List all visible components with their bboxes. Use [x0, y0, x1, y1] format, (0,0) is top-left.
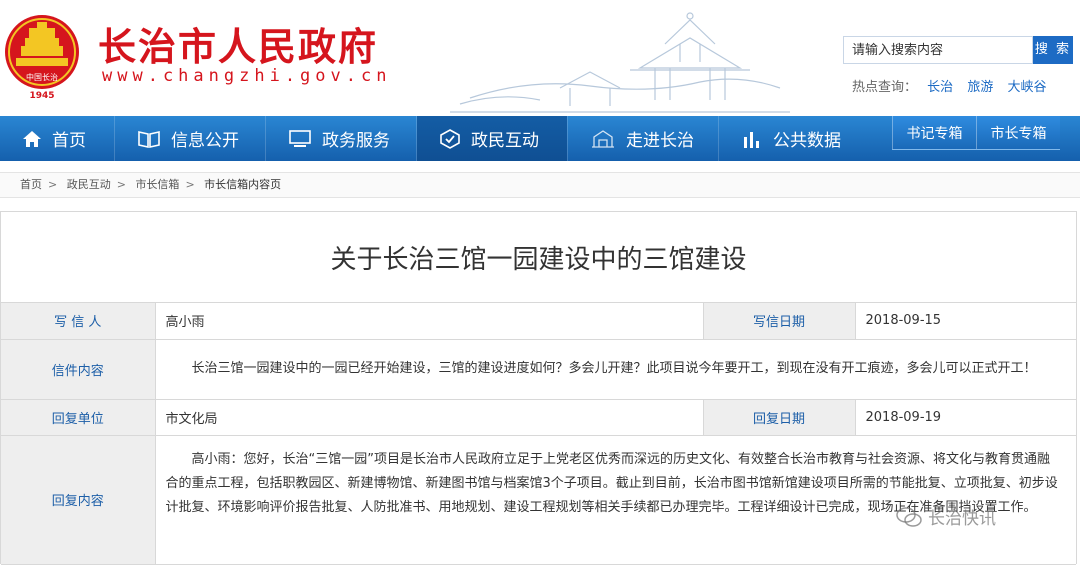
nav-item-services[interactable]: 政务服务	[266, 116, 416, 161]
table-row: 信件内容 长治三馆一园建设中的一园已经开始建设，三馆的建设进度如何？多会儿开建？…	[1, 338, 1076, 400]
nav-label-about: 走进长治	[626, 131, 694, 151]
city-emblem-icon[interactable]: 中国长治 1945	[3, 8, 81, 100]
nav-label-data: 公共数据	[773, 131, 841, 151]
reply-unit-label: 回复单位	[1, 398, 156, 436]
pavilion-illustration	[450, 12, 790, 113]
watermark-text: 长治快讯	[928, 509, 996, 529]
site-header: 中国长治 1945 长治市人民政府 www.changzhi.gov.cn 搜 …	[0, 0, 1080, 116]
site-url[interactable]: www.changzhi.gov.cn	[102, 66, 391, 86]
letter-content: 长治三馆一园建设中的一园已经开始建设，三馆的建设进度如何？多会儿开建？此项目说今…	[154, 338, 1076, 400]
wechat-icon	[896, 506, 922, 528]
nav-label-services: 政务服务	[322, 131, 390, 151]
home-icon	[22, 130, 42, 148]
nav-item-home[interactable]: 首页	[0, 116, 114, 161]
reply-label: 回复内容	[1, 434, 156, 565]
monitor-icon	[288, 129, 312, 148]
breadcrumb-home[interactable]: 首页	[20, 178, 42, 191]
reply-unit-value: 市文化局	[154, 398, 704, 436]
nav-item-info[interactable]: 信息公开	[115, 116, 265, 161]
interaction-icon	[439, 128, 461, 149]
book-icon	[137, 130, 161, 148]
reply-date-value: 2018-09-19	[854, 398, 1076, 436]
nav-label-info: 信息公开	[171, 131, 239, 151]
writer-value: 高小雨	[154, 303, 704, 340]
main-nav: 首页 信息公开 政务服务 政民互动 走进长治 公共数据 书记专箱 市长专箱	[0, 116, 1080, 161]
tab-secretary-mailbox[interactable]: 书记专箱	[892, 116, 976, 150]
svg-text:中国长治: 中国长治	[26, 72, 58, 82]
breadcrumb-mailbox[interactable]: 市长信箱	[135, 178, 179, 191]
hot-link-changzhi[interactable]: 长治	[927, 80, 953, 95]
table-row: 回复内容 高小雨：您好，长治“三馆一园”项目是长治市人民政府立足于上党老区优秀而…	[1, 434, 1076, 565]
nav-item-interaction[interactable]: 政民互动	[417, 116, 567, 161]
nav-label-interaction: 政民互动	[471, 131, 539, 151]
write-date-value: 2018-09-15	[854, 303, 1076, 340]
nav-label-home: 首页	[52, 131, 86, 151]
hot-search: 热点查询： 长治 旅游 大峡谷	[852, 76, 1056, 95]
breadcrumb-current: 市长信箱内容页	[204, 178, 282, 191]
write-date-label: 写信日期	[702, 303, 856, 340]
table-row: 写 信 人 高小雨 写信日期 2018-09-15	[1, 303, 1076, 340]
breadcrumb-separator: >	[185, 178, 195, 191]
svg-text:1945: 1945	[29, 91, 54, 100]
site-title[interactable]: 长治市人民政府	[98, 16, 378, 71]
breadcrumb-separator: >	[116, 178, 126, 191]
tab-mayor-mailbox[interactable]: 市长专箱	[976, 116, 1060, 150]
hot-link-tourism[interactable]: 旅游	[967, 80, 993, 95]
hot-search-label: 热点查询：	[852, 80, 918, 95]
breadcrumb-separator: >	[48, 178, 58, 191]
table-row: 回复单位 市文化局 回复日期 2018-09-19	[1, 398, 1076, 436]
watermark: 长治快讯	[896, 504, 996, 529]
nav-item-data[interactable]: 公共数据	[719, 116, 869, 161]
breadcrumb: 首页 > 政民互动 > 市长信箱 > 市长信箱内容页	[0, 172, 1080, 198]
reply-content: 高小雨：您好，长治“三馆一园”项目是长治市人民政府立足于上党老区优秀而深远的历史…	[154, 434, 1076, 565]
search-input[interactable]	[843, 36, 1033, 64]
search-button[interactable]: 搜 索	[1033, 36, 1073, 64]
writer-label: 写 信 人	[1, 303, 156, 340]
nav-item-about[interactable]: 走进长治	[568, 116, 718, 161]
hot-link-canyon[interactable]: 大峡谷	[1007, 80, 1046, 95]
special-mailbox-tabs: 书记专箱 市长专箱	[892, 116, 1060, 161]
building-icon	[590, 129, 616, 149]
content-label: 信件内容	[1, 338, 156, 400]
breadcrumb-interaction[interactable]: 政民互动	[67, 178, 111, 191]
bar-chart-icon	[741, 129, 763, 149]
letter-title: 关于长治三馆一园建设中的三馆建设	[1, 212, 1076, 303]
reply-date-label: 回复日期	[702, 398, 856, 436]
